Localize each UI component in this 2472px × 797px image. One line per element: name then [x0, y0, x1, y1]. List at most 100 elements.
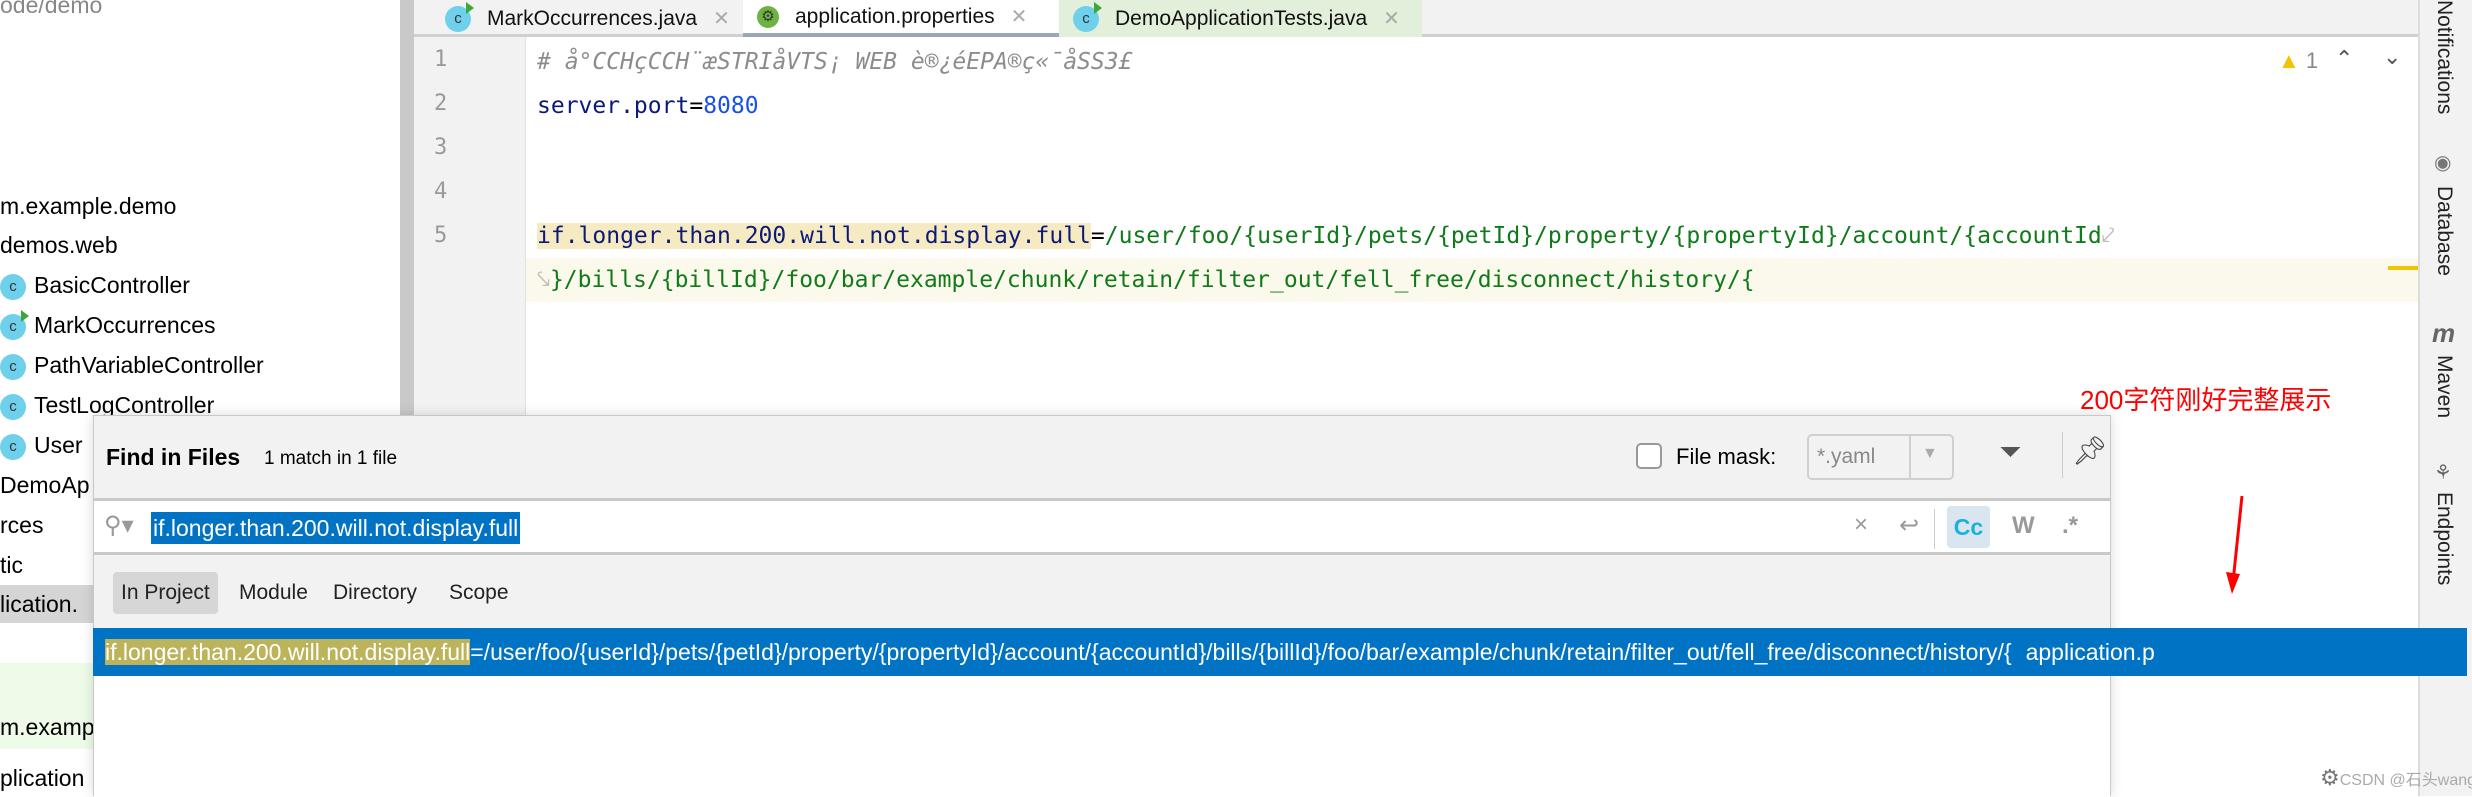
find-in-files-dialog: Find in Files 1 match in 1 file File mas…	[93, 415, 2111, 797]
scope-in-project[interactable]: In Project	[113, 572, 218, 614]
tree-item[interactable]: tic	[0, 546, 23, 584]
tree-item-label: BasicController	[34, 272, 190, 298]
class-icon: c	[1073, 1, 1102, 32]
spring-properties-icon: ⚙	[757, 5, 779, 28]
file-mask-value: *.yaml	[1817, 445, 1876, 468]
tree-item[interactable]: plication	[0, 759, 84, 797]
result-file: application.p	[2025, 639, 2155, 665]
annotation-text: 200字符刚好完整展示	[2080, 385, 2332, 415]
scope-directory[interactable]: Directory	[325, 572, 425, 614]
close-icon[interactable]: ✕	[713, 6, 730, 31]
next-highlight-icon[interactable]: ⌄	[2383, 44, 2401, 70]
class-icon: c	[0, 273, 26, 300]
class-icon: c	[0, 433, 26, 460]
endpoints-icon: ⚘	[2434, 462, 2452, 484]
warning-count: 1	[2305, 48, 2319, 73]
equals: =	[1090, 223, 1105, 249]
tab-mark-occurrences[interactable]: c MarkOccurrences.java ✕	[431, 0, 743, 37]
tree-item[interactable]: DemoAp	[0, 466, 89, 504]
annotation-arrow	[2226, 495, 2244, 594]
class-icon: c	[0, 393, 26, 420]
code-line-5[interactable]: if.longer.than.200.will.not.display.full…	[537, 214, 2115, 258]
database-icon: ◉	[2434, 152, 2452, 174]
gear-icon: ⚙	[2320, 765, 2340, 790]
tab-demo-application-tests[interactable]: c DemoApplicationTests.java ✕	[1059, 0, 1422, 37]
class-run-icon: c	[0, 309, 29, 340]
result-text: =/user/foo/{userId}/pets/{petId}/propert…	[470, 639, 2012, 665]
filter-icon[interactable]: ⏷	[1999, 436, 2021, 469]
results-list	[94, 676, 2110, 797]
tree-item-label: demos.web	[0, 232, 118, 258]
clear-icon[interactable]: ×	[1854, 511, 1868, 539]
code-line-2[interactable]: server.port=8080	[537, 84, 759, 128]
class-icon: c	[0, 353, 26, 380]
tree-item[interactable]: m.example.demo	[0, 187, 176, 225]
tree-item[interactable]: c MarkOccurrences	[0, 306, 215, 344]
file-mask-combobox[interactable]: *.yaml ▼	[1807, 434, 1954, 480]
tab-application-properties[interactable]: ⚙ application.properties ✕	[743, 0, 1059, 37]
database-tool[interactable]: Database	[2432, 186, 2456, 276]
match-case-toggle[interactable]: Cc	[1947, 506, 1990, 548]
divider	[1909, 436, 1911, 478]
tree-item[interactable]: c User	[0, 426, 83, 464]
divider	[2062, 432, 2063, 478]
file-mask-checkbox[interactable]	[1636, 443, 1662, 469]
scope-module[interactable]: Module	[231, 572, 316, 614]
tab-label: DemoApplicationTests.java	[1115, 6, 1368, 30]
pin-icon[interactable]: 📌︎	[2072, 434, 2108, 467]
class-icon: c	[445, 1, 474, 32]
property-value: /user/foo/{userId}/pets/{petId}/property…	[1104, 223, 2102, 249]
close-icon[interactable]: ✕	[1011, 4, 1028, 29]
editor-tabs: c MarkOccurrences.java ✕ ⚙ application.prop…	[414, 0, 2418, 37]
tree-item-label: m.examp	[0, 714, 95, 740]
tree-item-label: lication.	[0, 591, 78, 617]
property-key: server.port	[537, 93, 690, 119]
soft-wrap-icon: ⤦	[2101, 223, 2115, 249]
tree-item-label: MarkOccurrences	[34, 312, 216, 338]
inspection-widget[interactable]: ▲ 1	[2278, 48, 2318, 74]
search-row: ⚲▾ if.longer.than.200.will.not.display.f…	[94, 498, 2110, 555]
result-row[interactable]: if.longer.than.200.will.not.display.full…	[93, 628, 2467, 676]
regex-toggle[interactable]: .*	[2062, 512, 2078, 540]
notifications-tool[interactable]: Notifications	[2432, 0, 2456, 114]
tree-item[interactable]: rces	[0, 506, 43, 544]
line-number: 4	[434, 179, 448, 204]
line-number: 5	[434, 223, 448, 248]
code-line-5-wrapped[interactable]: ⤥}/bills/{billId}/foo/bar/example/chunk/…	[537, 258, 1755, 302]
tree-item[interactable]: c PathVariableController	[0, 346, 264, 384]
tree-item-label: PathVariableController	[34, 352, 264, 378]
dialog-title: Find in Files	[106, 444, 241, 470]
match-summary: 1 match in 1 file	[264, 448, 398, 469]
search-input[interactable]: if.longer.than.200.will.not.display.full	[151, 512, 521, 544]
tree-item[interactable]: demos.web	[0, 226, 118, 264]
tab-label: application.properties	[795, 4, 995, 28]
right-tool-strip: Notifications ◉ Database m Maven ⚘ Endpo…	[2418, 0, 2472, 796]
line-number: 3	[434, 135, 448, 160]
close-icon[interactable]: ✕	[1383, 6, 1400, 31]
line-gutter: 1 2 3 4 5	[414, 37, 526, 417]
watermark-text: CSDN @石头wang	[2339, 772, 2472, 789]
tree-item-label: User	[34, 432, 83, 458]
tree-item-label: m.example.demo	[0, 193, 177, 219]
endpoints-tool[interactable]: Endpoints	[2432, 492, 2456, 585]
tree-item-label: plication	[0, 765, 85, 791]
scope-scope[interactable]: Scope	[441, 572, 517, 614]
divider	[1934, 509, 1935, 549]
tree-item-label: tic	[0, 552, 23, 578]
error-stripe-mark[interactable]	[2388, 266, 2418, 270]
new-line-icon[interactable]: ↩	[1899, 511, 1919, 540]
maven-tool[interactable]: Maven	[2432, 355, 2456, 418]
chevron-down-icon[interactable]: ▼	[1922, 445, 1938, 463]
previous-highlight-icon[interactable]: ⌃	[2335, 46, 2353, 72]
property-key: if.longer.than.200.will.not.display.full	[537, 223, 1091, 249]
line-number: 2	[434, 91, 448, 116]
words-toggle[interactable]: W	[2012, 512, 2035, 540]
result-match: if.longer.than.200.will.not.display.full	[105, 639, 471, 665]
tree-item[interactable]: c BasicController	[0, 266, 190, 304]
search-history-icon[interactable]: ⚲▾	[104, 511, 134, 540]
tree-item[interactable]: m.examp	[0, 708, 95, 746]
code-line-1[interactable]: # å°CCHçCCH¨æSTRIåVTS¡ WEB è®¿éEPA®ç«¯åS…	[537, 40, 1132, 84]
maven-icon: m	[2432, 318, 2456, 348]
tab-label: MarkOccurrences.java	[487, 6, 698, 30]
warning-icon: ▲	[2278, 48, 2300, 73]
